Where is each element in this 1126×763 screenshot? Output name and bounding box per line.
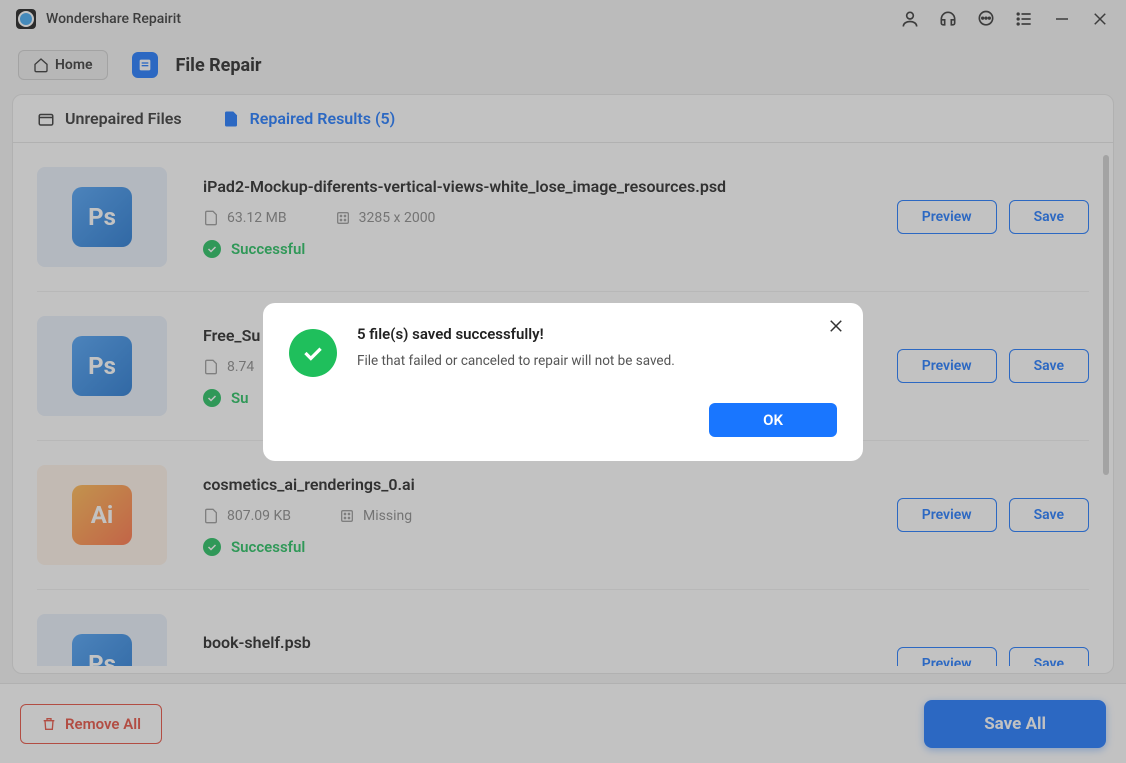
modal-subtitle: File that failed or canceled to repair w…: [357, 353, 675, 369]
modal-footer: OK: [289, 403, 837, 437]
modal-overlay: 5 file(s) saved successfully! File that …: [0, 0, 1126, 763]
success-icon: [289, 329, 337, 377]
modal-ok-button[interactable]: OK: [709, 403, 837, 437]
modal-dialog: 5 file(s) saved successfully! File that …: [263, 303, 863, 461]
modal-body: 5 file(s) saved successfully! File that …: [289, 325, 837, 377]
close-icon: [827, 317, 845, 335]
modal-title: 5 file(s) saved successfully!: [357, 325, 675, 343]
modal-text: 5 file(s) saved successfully! File that …: [357, 325, 675, 369]
modal-close-button[interactable]: [827, 317, 845, 335]
